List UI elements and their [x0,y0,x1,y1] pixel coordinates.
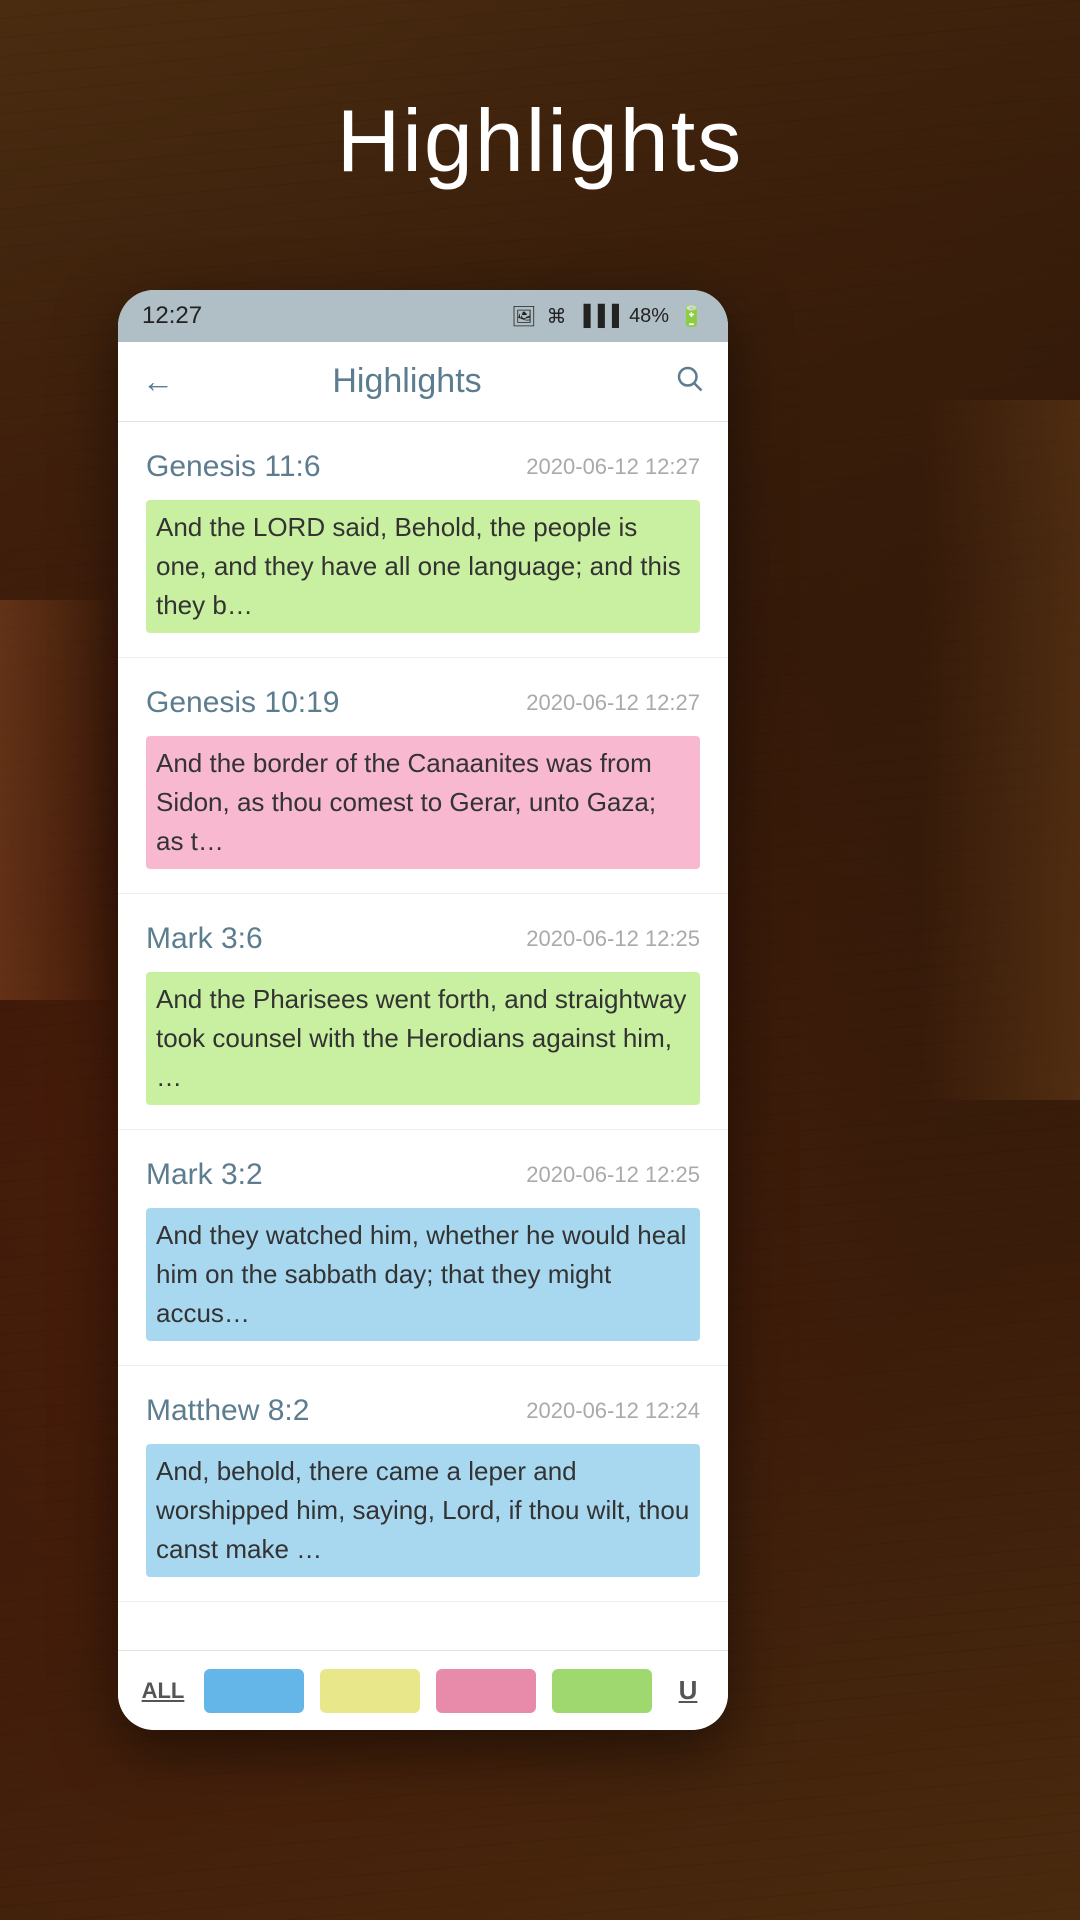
item-text: And the Pharisees went forth, and straig… [146,972,700,1105]
photo-icon: 🖼 [511,304,536,329]
page-title: Highlights [0,90,1080,192]
filter-blue-swatch[interactable] [204,1669,304,1713]
item-date: 2020-06-12 12:27 [526,454,700,480]
list-item[interactable]: Mark 3:6 2020-06-12 12:25 And the Pharis… [118,894,728,1130]
filter-pink-swatch[interactable] [436,1669,536,1713]
item-header: Genesis 10:19 2020-06-12 12:27 [146,686,700,720]
item-header: Matthew 8:2 2020-06-12 12:24 [146,1394,700,1428]
item-reference: Mark 3:2 [146,1158,263,1192]
filter-all-button[interactable]: ALL [138,1678,188,1704]
item-date: 2020-06-12 12:25 [526,1162,700,1188]
item-date: 2020-06-12 12:27 [526,690,700,716]
bluetooth-icon: ⌘ [547,304,567,329]
decoration-right [920,400,1080,1100]
item-text: And they watched him, whether he would h… [146,1208,700,1341]
highlights-list: Genesis 11:6 2020-06-12 12:27 And the LO… [118,422,728,1650]
item-header: Mark 3:6 2020-06-12 12:25 [146,922,700,956]
item-reference: Mark 3:6 [146,922,263,956]
filter-green-swatch[interactable] [552,1669,652,1713]
battery-status: 48% [629,305,669,328]
item-date: 2020-06-12 12:24 [526,1398,700,1424]
item-text: And, behold, there came a leper and wors… [146,1444,700,1577]
item-reference: Genesis 10:19 [146,686,339,720]
decoration-left [0,600,120,1000]
status-bar: 12:27 🖼 ⌘ ▐▐▐ 48% 🔋 [118,290,728,342]
item-header: Genesis 11:6 2020-06-12 12:27 [146,450,700,484]
list-item[interactable]: Matthew 8:2 2020-06-12 12:24 And, behold… [118,1366,728,1602]
item-text: And the border of the Canaanites was fro… [146,736,700,869]
item-reference: Matthew 8:2 [146,1394,309,1428]
back-button[interactable]: ← [142,363,174,400]
filter-yellow-swatch[interactable] [320,1669,420,1713]
list-item[interactable]: Mark 3:2 2020-06-12 12:25 And they watch… [118,1130,728,1366]
item-text: And the LORD said, Behold, the people is… [146,500,700,633]
list-item[interactable]: Genesis 10:19 2020-06-12 12:27 And the b… [118,658,728,894]
item-header: Mark 3:2 2020-06-12 12:25 [146,1158,700,1192]
list-item[interactable]: Genesis 11:6 2020-06-12 12:27 And the LO… [118,422,728,658]
item-date: 2020-06-12 12:25 [526,926,700,952]
battery-icon: 🔋 [679,304,704,329]
app-header: ← Highlights [118,342,728,422]
header-title: Highlights [190,362,624,401]
status-icons: 🖼 ⌘ ▐▐▐ 48% 🔋 [511,304,704,329]
search-button[interactable] [674,363,704,400]
phone-frame: 12:27 🖼 ⌘ ▐▐▐ 48% 🔋 ← Highlights Genesis… [118,290,728,1730]
item-reference: Genesis 11:6 [146,450,321,484]
signal-icon: ▐▐▐ [577,305,620,328]
bottom-filter-bar: ALL U [118,1650,728,1730]
filter-underline-button[interactable]: U [668,1675,708,1706]
status-time: 12:27 [142,302,202,330]
